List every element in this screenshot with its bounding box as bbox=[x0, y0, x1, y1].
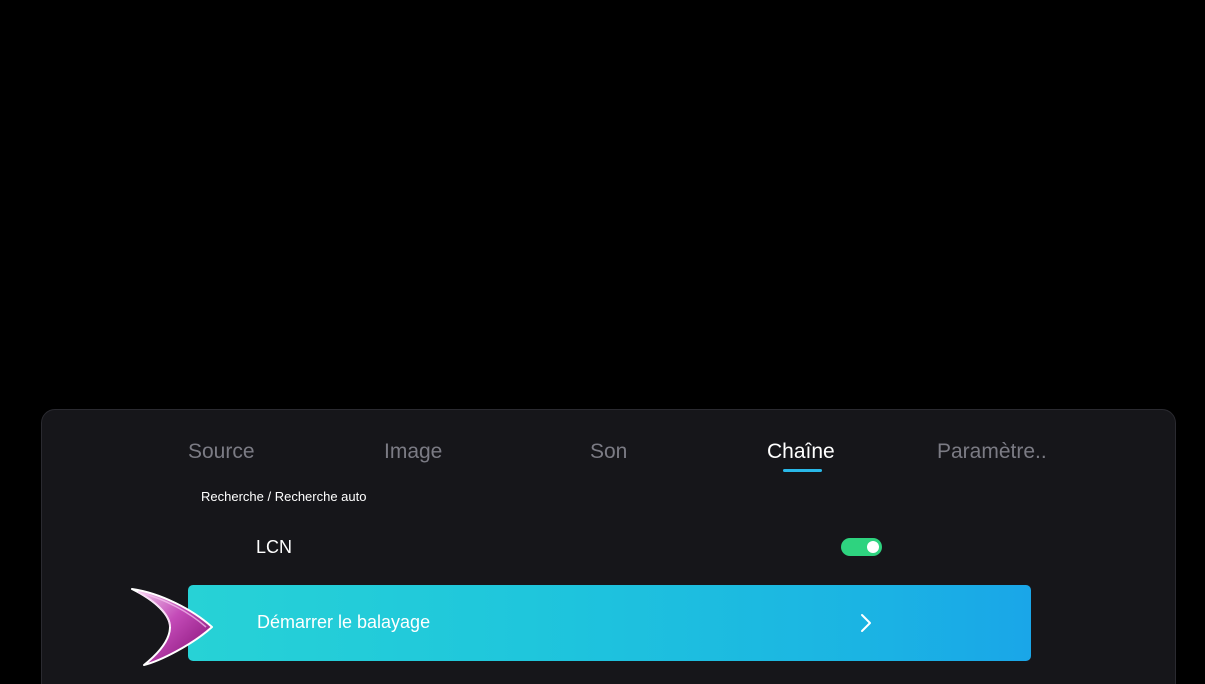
start-scan-button[interactable]: Démarrer le balayage bbox=[188, 585, 1031, 661]
tab-chaine[interactable]: Chaîne bbox=[767, 440, 835, 464]
active-tab-indicator bbox=[783, 469, 822, 472]
lcn-setting-row[interactable]: LCN bbox=[188, 528, 1031, 568]
breadcrumb: Recherche / Recherche auto bbox=[201, 489, 367, 504]
lcn-toggle[interactable] bbox=[841, 538, 882, 556]
tab-source[interactable]: Source bbox=[188, 440, 255, 464]
tab-image[interactable]: Image bbox=[384, 440, 442, 464]
tv-screen: Source Image Son Chaîne Paramètre.. Rech… bbox=[0, 0, 1205, 684]
tab-parametres[interactable]: Paramètre.. bbox=[937, 440, 1047, 464]
remote-pointer-arrow-icon bbox=[131, 588, 213, 666]
tab-son[interactable]: Son bbox=[590, 440, 627, 464]
chevron-right-icon bbox=[861, 614, 871, 632]
lcn-label: LCN bbox=[256, 537, 293, 557]
toggle-knob bbox=[867, 541, 879, 553]
start-scan-label: Démarrer le balayage bbox=[257, 612, 431, 632]
